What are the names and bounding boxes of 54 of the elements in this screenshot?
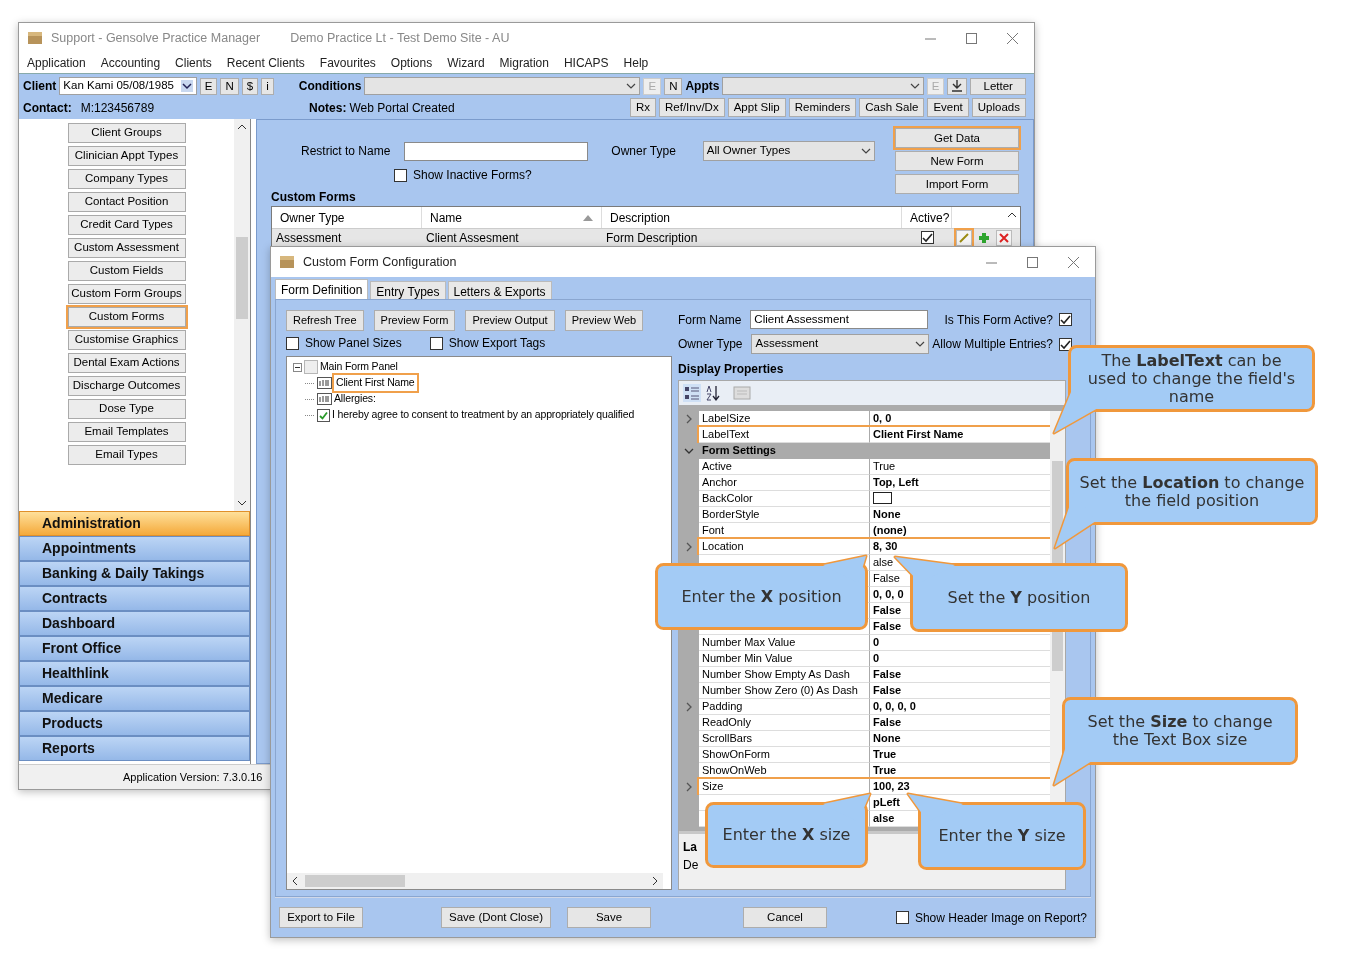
section-title: Display Properties: [678, 361, 785, 378]
checkbox-label: Is This Form Active?: [944, 311, 1053, 329]
contact-label: Contact:: [23, 99, 72, 117]
section-title: Custom Forms: [271, 189, 357, 206]
property-name: Size: [702, 780, 724, 792]
annotation-text: Set the Y position: [947, 588, 1091, 607]
annotation-text: Set the Location to change the field position: [1078, 473, 1306, 510]
field-label: Owner Type: [678, 336, 743, 353]
property-name: Location: [702, 540, 744, 552]
annotation-text: Enter the X position: [681, 587, 842, 606]
property-name: ShowOnForm: [702, 748, 770, 760]
table-cell-text: Form Description: [605, 229, 699, 247]
annotation-text: Enter the Y size: [938, 827, 1066, 845]
checkbox-label: Show Header Image on Report?: [914, 909, 1087, 927]
property-name: Font: [702, 524, 724, 536]
window-title: Support - Gensolve Practice Manager: [51, 29, 261, 47]
category-label: Form Settings: [699, 443, 1050, 459]
property-name: BorderStyle: [702, 508, 760, 520]
description-text: La: [683, 839, 698, 856]
client-label: Client: [23, 78, 57, 95]
window-title: Custom Form Configuration: [303, 253, 457, 271]
field-label: Restrict to Name: [301, 143, 391, 160]
notes-label: Notes:: [309, 99, 347, 117]
contact-value: M:123456789: [80, 99, 155, 117]
table-cell-text: Client Assesment: [425, 229, 520, 247]
field-label: Form Name: [678, 311, 742, 329]
property-name: Anchor: [702, 476, 737, 488]
property-name: Number Min Value: [702, 652, 793, 664]
property-name: BackColor: [702, 492, 753, 504]
status-text: Application Version: 7.3.0.16: [123, 769, 263, 785]
appts-label: Appts: [685, 78, 720, 95]
annotation-text: Enter the X size: [722, 826, 851, 844]
annotation-text: The LabelText can be used to change the field's name: [1086, 351, 1297, 406]
property-name: LabelText: [702, 428, 750, 440]
property-name: ScrollBars: [702, 732, 753, 744]
property-name: ReadOnly: [702, 716, 751, 728]
checkbox-label: Allow Multiple Entries?: [932, 336, 1053, 353]
property-name: Active: [702, 460, 732, 472]
conditions-label: Conditions: [298, 78, 362, 95]
annotation-text: Set the Size to change the Text Box size: [1086, 713, 1274, 749]
description-text: De: [683, 857, 700, 874]
field-label: Owner Type: [611, 143, 676, 160]
checkbox-label: Show Export Tags: [448, 335, 546, 352]
notes-value: Web Portal Created: [349, 99, 455, 117]
property-name: Number Show Zero (0) As Dash: [702, 684, 858, 696]
property-name: Number Show Empty As Dash: [702, 668, 850, 680]
window-subtitle: Demo Practice Lt - Test Demo Site - AU: [290, 29, 510, 47]
table-cell-text: Assessment: [275, 229, 343, 247]
property-name: ShowOnWeb: [702, 764, 767, 776]
property-name: Padding: [702, 700, 743, 712]
checkbox-label: Show Inactive Forms?: [413, 167, 532, 184]
property-name: LabelSize: [702, 412, 751, 424]
checkbox-label: Show Panel Sizes: [305, 335, 402, 352]
property-name: Number Max Value: [702, 636, 796, 648]
